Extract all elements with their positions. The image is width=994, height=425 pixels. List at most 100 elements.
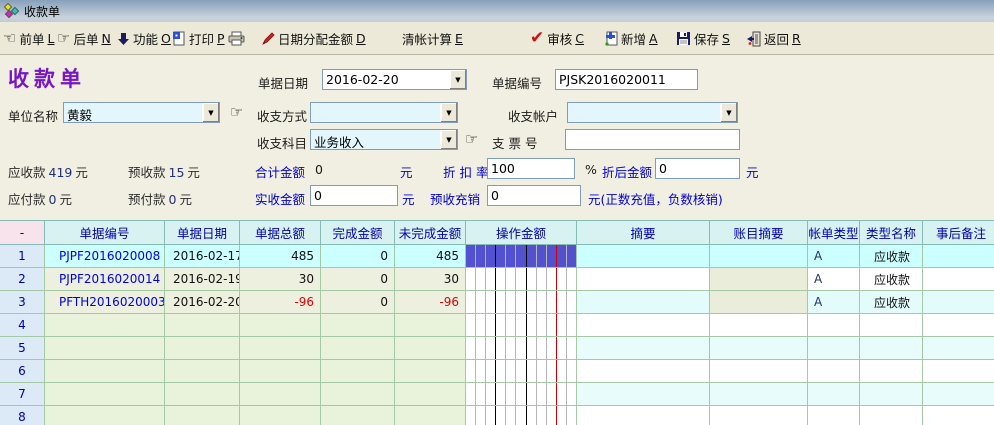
amount-digit-cell[interactable] — [516, 360, 526, 382]
amount-digit-cell[interactable] — [527, 406, 537, 425]
cell-bill-type[interactable] — [808, 406, 860, 425]
cell-doc-no[interactable] — [45, 383, 165, 406]
amount-digit-cell[interactable] — [537, 245, 547, 267]
cell-note[interactable] — [923, 314, 994, 337]
cell-undone-amount[interactable]: 30 — [395, 268, 466, 291]
cell-note[interactable] — [923, 268, 994, 291]
amount-digit-cell[interactable] — [567, 383, 576, 405]
amount-digit-cell[interactable] — [557, 268, 567, 290]
cell-summary[interactable] — [577, 360, 710, 383]
amount-digit-cell[interactable] — [476, 337, 486, 359]
amount-digit-cell[interactable] — [537, 383, 547, 405]
amount-digit-cell[interactable] — [547, 383, 557, 405]
cell-total[interactable] — [240, 337, 321, 360]
cell-doc-no[interactable] — [45, 337, 165, 360]
amount-digit-cell[interactable] — [557, 314, 567, 336]
amount-digit-cell[interactable] — [516, 291, 526, 313]
cell-operate-amount[interactable] — [466, 360, 577, 383]
cell-doc-date[interactable] — [165, 360, 240, 383]
cell-bill-type[interactable]: A — [808, 268, 860, 291]
cell-total[interactable] — [240, 360, 321, 383]
cell-bill-type[interactable] — [808, 314, 860, 337]
account-combo[interactable]: ▼ — [567, 102, 738, 123]
cell-type-name[interactable]: 应收款 — [860, 268, 923, 291]
amount-digit-cell[interactable] — [557, 360, 567, 382]
received-amount-input[interactable]: 0 — [310, 185, 398, 206]
amount-digit-cell[interactable] — [567, 337, 576, 359]
cell-doc-date[interactable] — [165, 337, 240, 360]
amount-digit-cell[interactable] — [486, 268, 496, 290]
unit-name-combo[interactable]: 黄毅 ▼ — [63, 102, 220, 123]
amount-digit-cell[interactable] — [466, 360, 476, 382]
amount-digit-cell[interactable] — [527, 337, 537, 359]
amount-digit-grid[interactable] — [466, 291, 576, 313]
amount-digit-grid[interactable] — [466, 406, 576, 425]
prev-doc-button[interactable]: ☜ 前单L — [3, 26, 54, 51]
amount-digit-cell[interactable] — [516, 314, 526, 336]
cell-note[interactable] — [923, 360, 994, 383]
cell-note[interactable] — [923, 406, 994, 425]
add-new-button[interactable]: 新增A — [604, 26, 658, 51]
cell-doc-date[interactable] — [165, 383, 240, 406]
amount-digit-cell[interactable] — [476, 245, 486, 267]
save-button[interactable]: 保存S — [676, 26, 730, 51]
cell-bill-type[interactable] — [808, 360, 860, 383]
amount-digit-cell[interactable] — [547, 406, 557, 425]
cell-bill-type[interactable] — [808, 337, 860, 360]
subject-picker-finger-icon[interactable]: ☞ — [465, 130, 478, 148]
cell-acct-summary[interactable] — [710, 360, 808, 383]
cell-operate-amount[interactable] — [466, 268, 577, 291]
cell-doc-no[interactable]: PFTH2016020003 — [45, 291, 165, 314]
table-row[interactable]: 8 — [0, 406, 994, 425]
cell-type-name[interactable]: 应收款 — [860, 245, 923, 268]
amount-digit-cell[interactable] — [537, 268, 547, 290]
cell-undone-amount[interactable] — [395, 337, 466, 360]
cell-done-amount[interactable] — [321, 360, 395, 383]
row-number[interactable]: 6 — [0, 360, 45, 383]
amount-digit-cell[interactable] — [516, 245, 526, 267]
amount-digit-grid[interactable] — [466, 383, 576, 405]
amount-digit-cell[interactable] — [527, 268, 537, 290]
amount-digit-cell[interactable] — [547, 360, 557, 382]
table-row[interactable]: 5 — [0, 337, 994, 360]
cell-doc-date[interactable]: 2016-02-19 — [165, 268, 240, 291]
amount-digit-cell[interactable] — [567, 268, 576, 290]
cell-bill-type[interactable] — [808, 383, 860, 406]
amount-digit-cell[interactable] — [496, 245, 506, 267]
amount-digit-cell[interactable] — [496, 291, 506, 313]
amount-digit-cell[interactable] — [506, 268, 516, 290]
amount-digit-cell[interactable] — [547, 314, 557, 336]
amount-digit-cell[interactable] — [466, 337, 476, 359]
cell-doc-date[interactable] — [165, 406, 240, 425]
check-no-input[interactable] — [565, 129, 740, 150]
amount-digit-grid[interactable] — [466, 245, 576, 267]
cell-acct-summary[interactable] — [710, 314, 808, 337]
cell-done-amount[interactable]: 0 — [321, 245, 395, 268]
cell-summary[interactable] — [577, 314, 710, 337]
amount-digit-cell[interactable] — [486, 245, 496, 267]
cell-note[interactable] — [923, 337, 994, 360]
amount-digit-cell[interactable] — [547, 291, 557, 313]
amount-digit-cell[interactable] — [506, 291, 516, 313]
print-button[interactable]: 打印P — [172, 26, 225, 51]
amount-digit-cell[interactable] — [547, 337, 557, 359]
amount-digit-cell[interactable] — [486, 291, 496, 313]
cell-acct-summary[interactable] — [710, 291, 808, 314]
cell-doc-no[interactable]: PJPF2016020014 — [45, 268, 165, 291]
row-number[interactable]: 7 — [0, 383, 45, 406]
amount-digit-grid[interactable] — [466, 268, 576, 290]
cell-bill-type[interactable]: A — [808, 245, 860, 268]
cell-total[interactable]: 30 — [240, 268, 321, 291]
amount-digit-cell[interactable] — [496, 314, 506, 336]
cell-acct-summary[interactable] — [710, 268, 808, 291]
cell-summary[interactable] — [577, 245, 710, 268]
amount-digit-cell[interactable] — [466, 314, 476, 336]
chevron-down-icon[interactable]: ▼ — [440, 130, 457, 149]
cell-undone-amount[interactable]: -96 — [395, 291, 466, 314]
amount-digit-cell[interactable] — [537, 360, 547, 382]
amount-digit-cell[interactable] — [486, 337, 496, 359]
amount-digit-cell[interactable] — [506, 314, 516, 336]
amount-digit-cell[interactable] — [547, 245, 557, 267]
amount-digit-cell[interactable] — [527, 291, 537, 313]
amount-digit-cell[interactable] — [506, 337, 516, 359]
